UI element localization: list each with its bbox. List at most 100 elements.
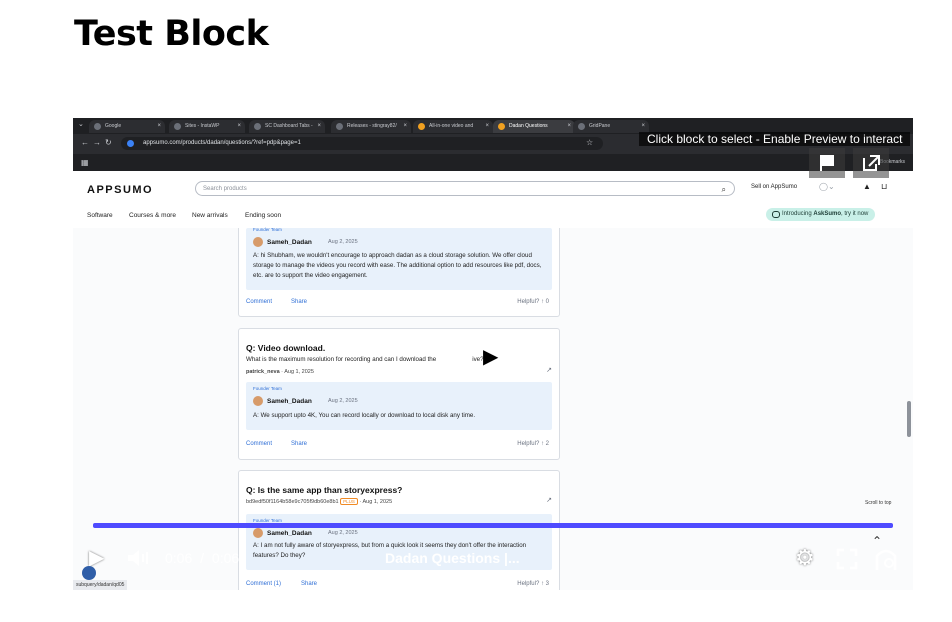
- chat-icon: [772, 211, 780, 218]
- search-placeholder: Search products: [203, 186, 247, 192]
- appsumo-logo: APPSUMO: [87, 184, 154, 196]
- tab-favicon: [336, 123, 343, 130]
- browser-tab: Releases - stingray82/ ×: [331, 120, 411, 133]
- tab-favicon: [254, 123, 261, 130]
- nav-courses: Courses & more: [129, 212, 176, 219]
- tab-favicon: [498, 123, 505, 130]
- helpful-label: Helpful?: [517, 581, 540, 587]
- volume-icon[interactable]: [125, 548, 153, 568]
- close-icon: ×: [317, 123, 321, 129]
- asked-date: Aug 1, 2025: [284, 369, 314, 375]
- browser-tab: Google ×: [89, 120, 165, 133]
- progress-bar[interactable]: [93, 523, 893, 528]
- vote-count: 2: [545, 441, 549, 447]
- answer-author: Sameh_Dadan: [267, 239, 312, 246]
- tab-favicon: [578, 123, 585, 130]
- browser-tab: Sites - InstaWP ×: [169, 120, 245, 133]
- close-icon: ×: [237, 123, 241, 129]
- asker-name: patrick_neva: [246, 369, 280, 375]
- external-link-icon: ↗: [546, 497, 552, 504]
- helpful-votes: Helpful? ↑ 3: [517, 581, 549, 587]
- helpful-votes: Helpful? ↑ 2: [517, 441, 549, 447]
- question-card: Q: Video download. What is the maximum r…: [238, 328, 560, 460]
- pip-icon[interactable]: [873, 546, 899, 572]
- page-title: Test Block: [74, 14, 269, 54]
- browser-tab: All-in-one video and ×: [413, 120, 493, 133]
- question-body-text: What is the maximum resolution for recor…: [246, 356, 437, 363]
- flag-icon: [820, 155, 834, 171]
- bell-icon: ▲: [863, 182, 871, 191]
- player-controls: ▶ 0:06 / 0:06 Dadan Questions |... ⚙: [73, 538, 913, 578]
- tab-label: Releases - stingray82/: [347, 123, 397, 129]
- video-block[interactable]: ⌄ Google × Sites - InstaWP × SC Dashboard …: [73, 118, 913, 590]
- back-icon: ←: [81, 138, 89, 147]
- bookmarks-bar: [73, 154, 913, 171]
- helpful-votes: Helpful? ↑ 0: [517, 299, 549, 305]
- answer-date: Aug 2, 2025: [328, 530, 358, 536]
- account-icon: ◯⌄: [819, 182, 835, 191]
- close-icon: ×: [403, 123, 407, 129]
- open-external-button[interactable]: [853, 148, 889, 178]
- appsumo-header: APPSUMO Search products ⌕ Sell on AppSumo…: [73, 171, 913, 229]
- time-display: 0:06 / 0:06: [165, 550, 239, 566]
- question-meta: bd9edf50f1164b58e9c705f9db60e8b1 PLUS · …: [246, 498, 393, 505]
- nav-new-arrivals: New arrivals: [192, 212, 228, 219]
- search-input: Search products ⌕: [195, 181, 735, 196]
- browser-tab: SC Dashboard Tabs - ×: [249, 120, 325, 133]
- helpful-label: Helpful?: [517, 441, 540, 447]
- settings-icon[interactable]: ⚙: [795, 545, 815, 571]
- vote-count: 3: [545, 581, 549, 587]
- ask-name: AskSumo: [813, 211, 842, 217]
- tab-menu-icon: ⌄: [78, 121, 84, 128]
- answer-text: A: We support upto 4K, You can record lo…: [253, 412, 476, 419]
- question-body: What is the maximum resolution for recor…: [246, 356, 484, 363]
- nav-software: Software: [87, 212, 113, 219]
- external-link-icon: ↗: [546, 367, 552, 374]
- asker-name: bd9edf50f1164b58e9c705f9db60e8b1: [246, 499, 339, 505]
- apps-grid-icon: ▦: [81, 158, 89, 167]
- close-icon: ×: [157, 123, 161, 129]
- tab-favicon: [418, 123, 425, 130]
- status-url: subquery/dadan/qd05: [73, 580, 128, 590]
- help-widget-icon: [82, 566, 96, 580]
- close-icon: ×: [567, 123, 571, 129]
- sell-link: Sell on AppSumo: [751, 184, 798, 190]
- cart-icon: ⊔: [881, 182, 888, 191]
- search-icon: ⌕: [721, 185, 726, 194]
- flag-button[interactable]: [809, 148, 845, 178]
- page-scrollbar-thumb: [907, 401, 911, 437]
- tab-label: All-in-one video and: [429, 123, 474, 129]
- browser-tab: GridPane ×: [573, 120, 649, 133]
- ask-prefix: Introducing: [782, 211, 814, 217]
- vote-count: 0: [545, 299, 549, 305]
- answer-author: Sameh_Dadan: [267, 398, 312, 405]
- forward-icon: →: [93, 138, 101, 147]
- avatar: [253, 237, 263, 247]
- time-separator: /: [200, 550, 205, 566]
- question-body-tail: ive?: [472, 356, 484, 363]
- site-info-icon: [127, 140, 134, 147]
- scroll-to-top-label: Scroll to top: [865, 500, 892, 506]
- preview-tooltip: Click block to select - Enable Preview t…: [639, 132, 911, 146]
- question-title: Q: Video download.: [246, 343, 326, 353]
- tab-label: Google: [105, 123, 122, 129]
- avatar: [253, 528, 263, 538]
- play-icon[interactable]: ▶: [483, 344, 498, 369]
- plus-badge: PLUS: [340, 498, 358, 505]
- asked-date: Aug 1, 2025: [362, 499, 393, 505]
- asksumo-banner: Introducing AskSumo, try it now: [766, 208, 876, 221]
- ask-suffix: , try it now: [841, 211, 869, 217]
- url-text: appsumo.com/products/dadan/questions/?re…: [143, 140, 301, 146]
- avatar: [253, 396, 263, 406]
- tab-favicon: [94, 123, 101, 130]
- fullscreen-icon[interactable]: [836, 548, 858, 570]
- helpful-label: Helpful?: [517, 299, 540, 305]
- browser-tab-active: Dadan Questions ×: [493, 120, 575, 133]
- answer-box: Founder Team Sameh_Dadan Aug 2, 2025 A: …: [246, 382, 552, 430]
- reload-icon: ↻: [105, 138, 112, 147]
- video-title: Dadan Questions |...: [385, 550, 520, 566]
- nav-ending-soon: Ending soon: [245, 212, 282, 219]
- share-link: Share: [301, 581, 318, 587]
- founder-team-label: Founder Team: [253, 386, 282, 391]
- star-icon: ☆: [586, 138, 594, 147]
